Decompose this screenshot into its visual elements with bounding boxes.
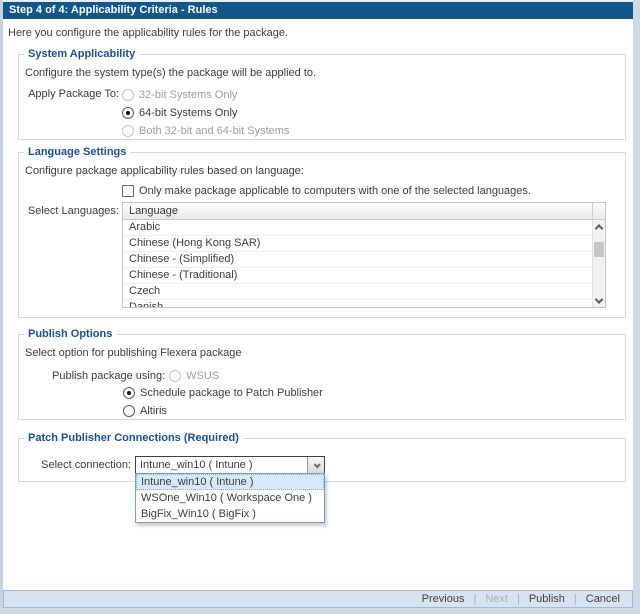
radio-schedule-patch-publisher[interactable]	[123, 387, 135, 399]
language-column-header[interactable]: Language	[123, 203, 605, 220]
connection-dropdown-list: Intune_win10 ( Intune ) WSOne_Win10 ( Wo…	[135, 473, 325, 523]
publish-options-description: Select option for publishing Flexera pac…	[19, 340, 625, 359]
radio-both-32-and-64bit	[122, 125, 134, 137]
radio-option-altiris[interactable]: Altiris	[123, 402, 625, 419]
language-column-header-cap	[592, 203, 605, 219]
language-column-header-text: Language	[129, 205, 178, 217]
dropdown-chevron-icon	[313, 461, 320, 468]
apply-package-to-radio-group: 32-bit Systems Only 64-bit Systems Only …	[122, 86, 289, 140]
language-row-chinese-simplified[interactable]: Chinese - (Simplified)	[123, 252, 592, 268]
language-filter-checkbox[interactable]	[122, 185, 134, 197]
section-publish-options: Publish Options Select option for publis…	[18, 328, 626, 420]
system-applicability-description: Configure the system type(s) the package…	[19, 60, 625, 79]
radio-32bit-systems-only	[122, 89, 134, 101]
window-frame-bottom	[0, 608, 640, 614]
apply-package-to-label: Apply Package To:	[19, 88, 119, 100]
language-filter-checkbox-row[interactable]: Only make package applicable to computer…	[122, 183, 625, 198]
connection-combobox-value: Intune_win10 ( Intune )	[140, 457, 306, 473]
footer-separator: |	[574, 593, 577, 605]
radio-wsus	[169, 370, 181, 382]
next-button: Next	[485, 593, 508, 605]
dropdown-item-bigfix[interactable]: BigFix_Win10 ( BigFix )	[136, 506, 324, 522]
language-filter-checkbox-label: Only make package applicable to computer…	[139, 185, 531, 197]
language-list-rows: Arabic Chinese (Hong Kong SAR) Chinese -…	[123, 220, 592, 307]
radio-altiris-label: Altiris	[140, 405, 167, 417]
window-frame-right	[633, 0, 640, 614]
footer-separator: |	[517, 593, 520, 605]
language-row-czech[interactable]: Czech	[123, 284, 592, 300]
language-row-arabic[interactable]: Arabic	[123, 220, 592, 236]
dropdown-item-intune[interactable]: Intune_win10 ( Intune )	[136, 474, 324, 490]
previous-button[interactable]: Previous	[422, 593, 465, 605]
wizard-step-title: Step 4 of 4: Applicability Criteria - Ru…	[3, 2, 633, 19]
connection-dropdown-button[interactable]	[307, 457, 324, 473]
select-languages-label: Select Languages:	[19, 205, 119, 217]
language-listbox[interactable]: Language Arabic Chinese (Hong Kong SAR) …	[122, 202, 606, 308]
radio-32bit-label: 32-bit Systems Only	[139, 89, 237, 101]
radio-patch-publisher-label: Schedule package to Patch Publisher	[140, 387, 323, 399]
dropdown-item-wsone[interactable]: WSOne_Win10 ( Workspace One )	[136, 490, 324, 506]
publish-button[interactable]: Publish	[529, 593, 565, 605]
section-title-publish-options: Publish Options	[24, 328, 116, 340]
radio-option-64bit[interactable]: 64-bit Systems Only	[122, 104, 289, 121]
language-list-scrollbar[interactable]	[592, 220, 605, 307]
section-title-connections: Patch Publisher Connections (Required)	[24, 432, 243, 444]
language-settings-description: Configure package applicability rules ba…	[19, 158, 625, 177]
language-row-chinese-hk[interactable]: Chinese (Hong Kong SAR)	[123, 236, 592, 252]
publish-package-using-label: Publish package using:	[52, 370, 165, 382]
radio-altiris[interactable]	[123, 405, 135, 417]
cancel-button[interactable]: Cancel	[586, 593, 620, 605]
section-title-system-applicability: System Applicability	[24, 48, 139, 60]
chevron-up-icon	[595, 224, 603, 232]
wizard-content: Here you configure the applicability rul…	[3, 19, 633, 590]
scroll-down-button[interactable]	[593, 294, 605, 307]
chevron-down-icon	[595, 295, 603, 303]
section-patch-publisher-connections: Patch Publisher Connections (Required) S…	[18, 432, 626, 482]
radio-64bit-systems-only[interactable]	[122, 107, 134, 119]
radio-64bit-label: 64-bit Systems Only	[139, 107, 237, 119]
radio-option-patch-publisher[interactable]: Schedule package to Patch Publisher	[123, 384, 625, 401]
radio-wsus-label: WSUS	[186, 370, 219, 382]
radio-option-both: Both 32-bit and 64-bit Systems	[122, 122, 289, 139]
radio-both-label: Both 32-bit and 64-bit Systems	[139, 125, 289, 137]
footer-separator: |	[473, 593, 476, 605]
language-row-danish[interactable]: Danish	[123, 300, 592, 308]
language-row-chinese-traditional[interactable]: Chinese - (Traditional)	[123, 268, 592, 284]
radio-option-32bit: 32-bit Systems Only	[122, 86, 289, 103]
scrollbar-thumb[interactable]	[594, 242, 604, 257]
wizard-subtitle: Here you configure the applicability rul…	[3, 19, 633, 40]
connection-combobox[interactable]: Intune_win10 ( Intune ) Intune_win10 ( I…	[135, 456, 325, 474]
section-title-language-settings: Language Settings	[24, 146, 130, 158]
scroll-up-button[interactable]	[593, 220, 605, 233]
select-connection-label: Select connection:	[19, 459, 131, 471]
section-language-settings: Language Settings Configure package appl…	[18, 146, 626, 318]
section-system-applicability: System Applicability Configure the syste…	[18, 48, 626, 140]
wizard-footer: Previous | Next | Publish | Cancel	[3, 590, 633, 608]
